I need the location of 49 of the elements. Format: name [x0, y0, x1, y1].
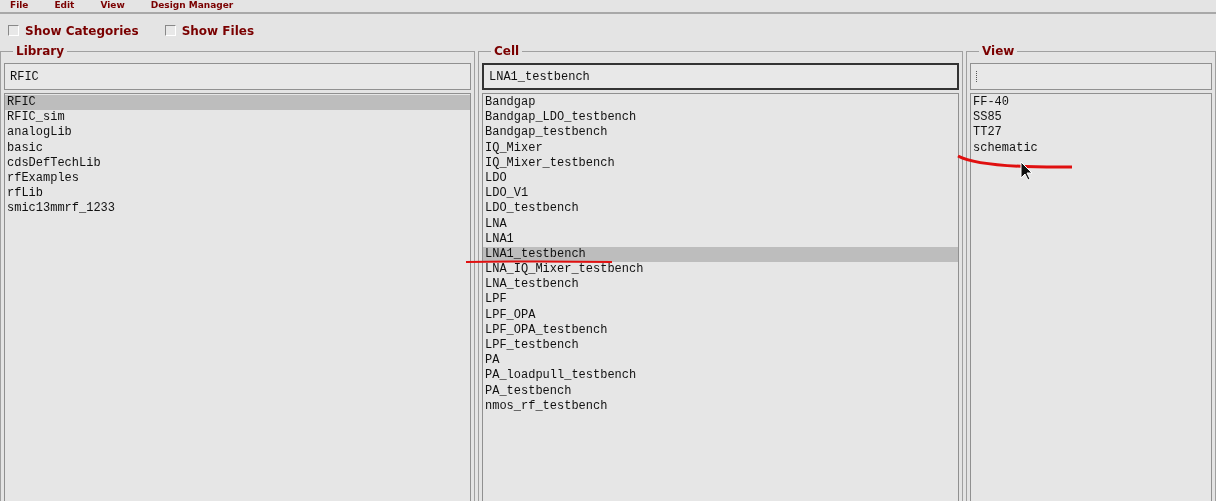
list-item[interactable]: LDO_V1: [483, 186, 958, 202]
list-item[interactable]: LDO: [483, 170, 958, 187]
list-item[interactable]: analogLib: [5, 125, 470, 141]
list-item[interactable]: basic: [5, 140, 470, 156]
list-item[interactable]: Bandgap: [483, 95, 958, 111]
menu-item[interactable]: View: [100, 0, 125, 12]
list-item[interactable]: LPF_testbench: [483, 338, 958, 354]
list-item[interactable]: Bandgap_LDO_testbench: [483, 110, 958, 126]
checkbox-label[interactable]: Show Files: [181, 23, 255, 38]
menu-item[interactable]: Edit: [54, 0, 75, 12]
list-item[interactable]: LPF: [483, 292, 958, 308]
list-item[interactable]: PA: [483, 353, 958, 369]
mouse-cursor-icon: [1020, 161, 1033, 181]
pane-title: Library: [13, 44, 68, 58]
list-item[interactable]: SS85: [971, 110, 1211, 126]
pane-title: View: [979, 44, 1018, 58]
list-item[interactable]: LNA1_testbench: [483, 246, 958, 263]
list-item[interactable]: LPF_OPA_testbench: [483, 322, 958, 338]
text-field[interactable]: RFIC: [4, 63, 471, 90]
list-item[interactable]: LDO_testbench: [483, 201, 958, 217]
list-item[interactable]: schematic: [971, 140, 1211, 156]
checkbox-label[interactable]: Show Categories: [25, 23, 139, 38]
list-item[interactable]: rfLib: [5, 186, 470, 202]
pane-title: Cell: [491, 44, 523, 58]
list-item[interactable]: LNA_testbench: [483, 277, 958, 293]
list-item[interactable]: LNA: [483, 216, 958, 232]
list-item[interactable]: LNA_IQ_Mixer_testbench: [483, 262, 958, 278]
text-field[interactable]: LNA1_testbench: [482, 63, 959, 90]
list-item[interactable]: PA_loadpull_testbench: [483, 368, 958, 384]
list-item[interactable]: rfExamples: [5, 170, 470, 187]
checkbox[interactable]: [8, 25, 19, 36]
list-item[interactable]: LPF_OPA: [483, 307, 958, 323]
menu-item[interactable]: File: [10, 0, 29, 12]
text-cursor-icon: [976, 71, 979, 82]
list-item[interactable]: smic13mmrf_1233: [5, 201, 470, 217]
text-field[interactable]: [970, 63, 1212, 90]
list-item[interactable]: FF-40: [971, 95, 1211, 111]
list-item[interactable]: IQ_Mixer_testbench: [483, 155, 958, 171]
list-item[interactable]: Bandgap_testbench: [483, 125, 958, 141]
list-item[interactable]: LNA1: [483, 231, 958, 247]
menu-item[interactable]: Design Manager: [150, 0, 234, 12]
list-item[interactable]: nmos_rf_testbench: [483, 398, 958, 414]
list-item[interactable]: PA_testbench: [483, 383, 958, 399]
list-item[interactable]: RFIC: [5, 95, 470, 111]
list-item[interactable]: IQ_Mixer: [483, 140, 958, 156]
list-item[interactable]: TT27: [971, 125, 1211, 141]
checkbox[interactable]: [164, 25, 176, 36]
list-item[interactable]: cdsDefTechLib: [5, 155, 470, 171]
list-item[interactable]: RFIC_sim: [5, 110, 470, 126]
